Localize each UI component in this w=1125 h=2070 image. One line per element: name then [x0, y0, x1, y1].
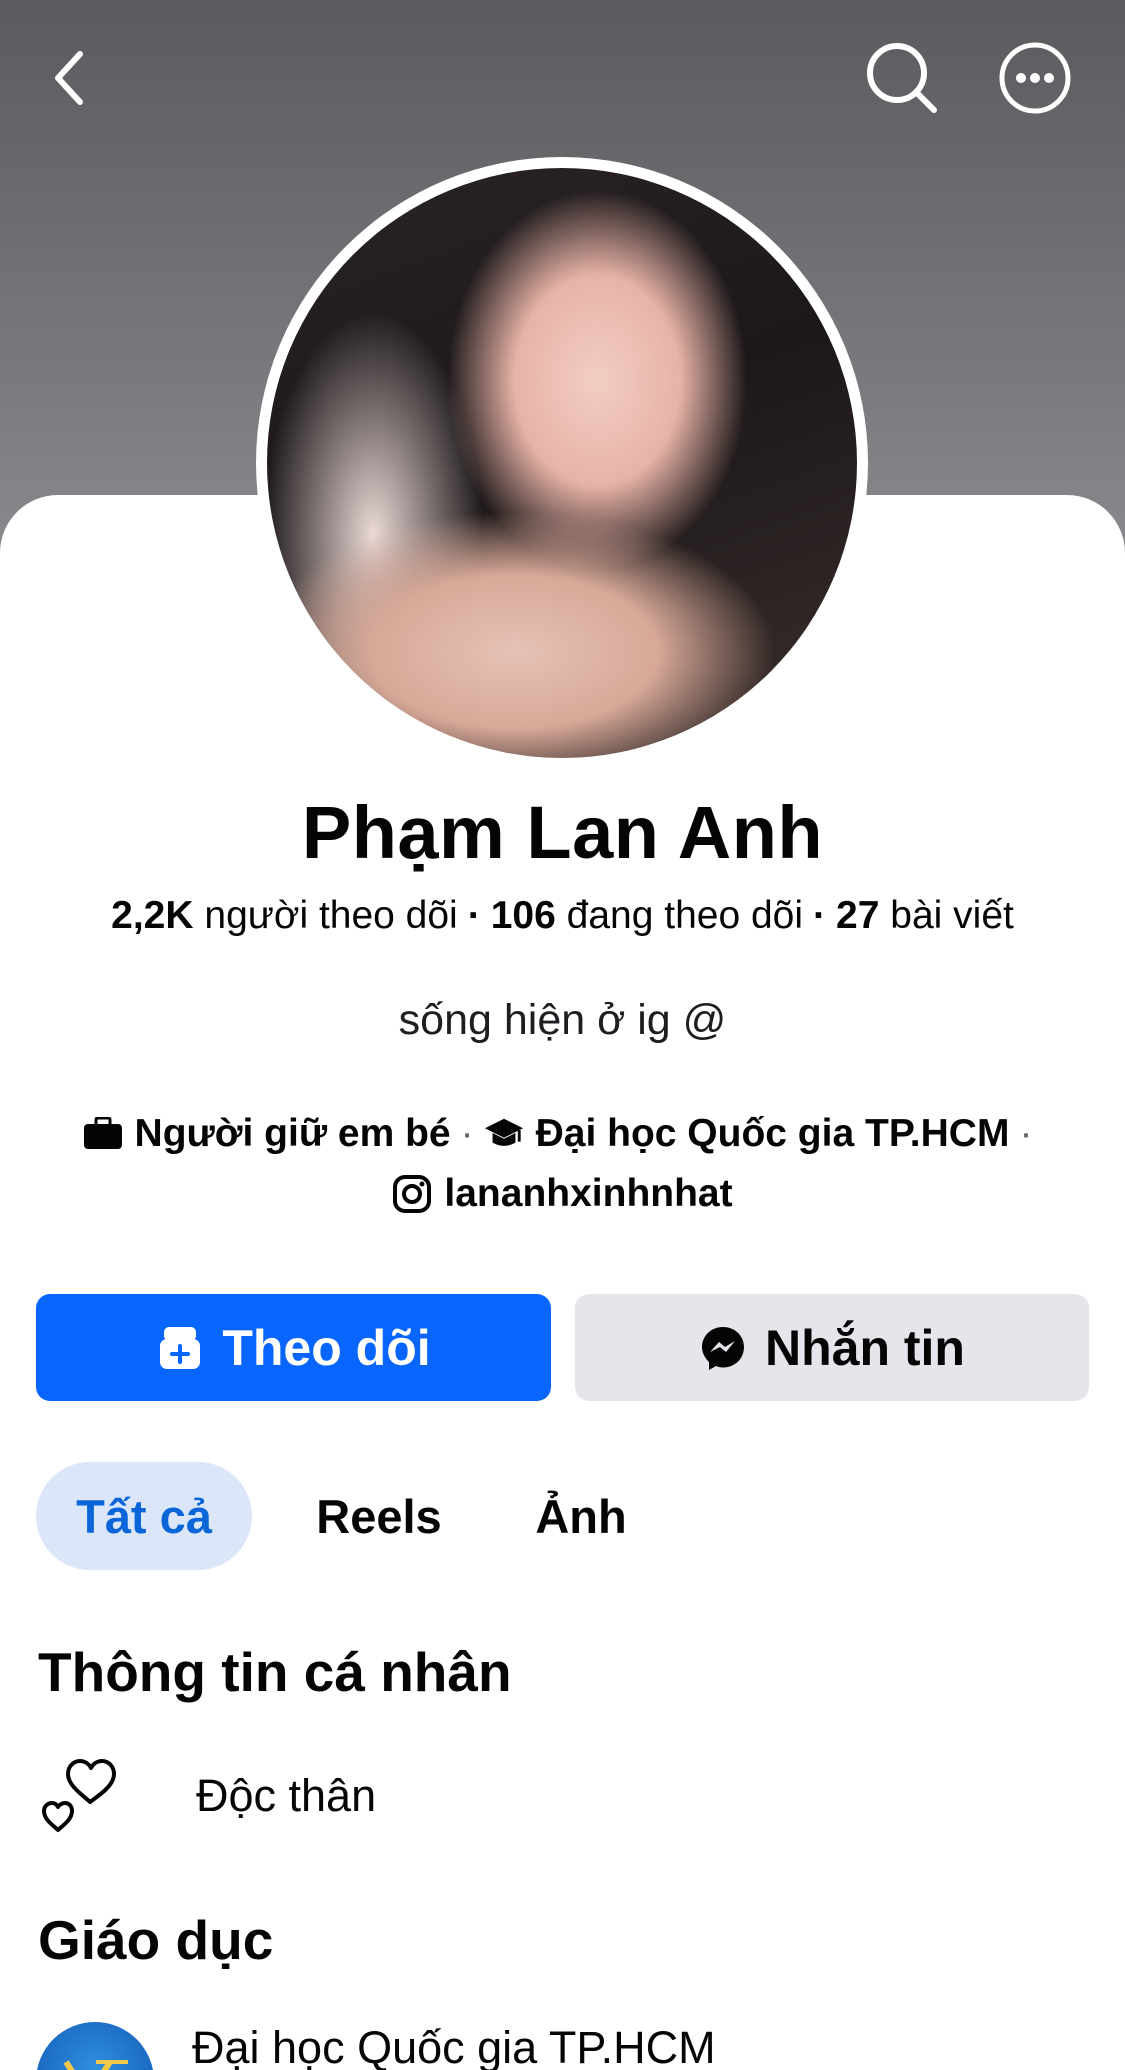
relationship-status: Độc thân	[196, 1770, 377, 1821]
tab-reels[interactable]: Reels	[252, 1462, 506, 1570]
followers-stat[interactable]: 2,2K người theo dõi	[111, 894, 458, 937]
profile-stats: 2,2K người theo dõi · 106 đang theo dõi · 27…	[0, 894, 1125, 938]
profile-tabs: Tất cả Reels Ảnh	[36, 1462, 656, 1570]
chevron-left-icon	[55, 51, 83, 105]
stats-separator: ·	[467, 894, 481, 937]
profile-page: Phạm Lan Anh 2,2K người theo dõi · 106 đan…	[0, 0, 1125, 2070]
school-detail[interactable]: Đại học Quốc gia TP.HCM	[536, 1112, 1010, 1156]
instagram-icon	[392, 1174, 432, 1214]
hearts-icon	[38, 1746, 158, 1846]
following-stat[interactable]: 106 đang theo dõi	[491, 894, 803, 937]
graduation-cap-icon	[484, 1114, 524, 1154]
followers-label: người theo dõi	[204, 894, 458, 937]
avatar-photo	[267, 168, 857, 758]
relationship-row: Độc thân	[38, 1746, 376, 1846]
briefcase-icon	[83, 1114, 123, 1154]
work-detail: Người giữ em bé	[134, 1112, 451, 1155]
more-options-icon	[999, 42, 1071, 114]
message-label: Nhắn tin	[765, 1319, 965, 1376]
message-button[interactable]: Nhắn tin	[575, 1294, 1089, 1401]
follow-button[interactable]: Theo dõi	[36, 1294, 551, 1401]
more-options-button[interactable]	[995, 38, 1075, 118]
following-label: đang theo dõi	[566, 894, 804, 937]
followers-count: 2,2K	[111, 894, 194, 937]
detail-separator: ·	[460, 1112, 474, 1155]
instagram-link[interactable]: lananhxinhnhat	[444, 1172, 732, 1216]
add-friend-icon	[156, 1324, 204, 1372]
posts-label: bài viết	[890, 894, 1014, 937]
tab-all[interactable]: Tất cả	[36, 1462, 252, 1570]
tab-photos[interactable]: Ảnh	[506, 1462, 656, 1570]
following-count: 106	[490, 894, 556, 937]
avatar[interactable]	[256, 157, 868, 769]
search-button[interactable]	[862, 38, 942, 118]
profile-details: Người giữ em bé · Đại học Quốc gia TP.HC…	[0, 1108, 1125, 1220]
profile-bio: sống hiện ở ig @	[398, 996, 727, 1044]
detail-separator: ·	[1019, 1112, 1033, 1155]
search-icon	[867, 43, 937, 113]
education-school[interactable]: Đại học Quốc gia TP.HCM	[192, 2022, 716, 2070]
personal-info-title: Thông tin cá nhân	[38, 1641, 512, 1703]
stats-separator: ·	[813, 894, 827, 937]
posts-count: 27	[836, 894, 880, 937]
profile-name: Phạm Lan Anh	[301, 791, 824, 874]
back-button[interactable]	[30, 38, 110, 118]
posts-stat: 27 bài viết	[836, 894, 1014, 937]
follow-label: Theo dõi	[222, 1319, 431, 1376]
messenger-icon	[699, 1324, 747, 1372]
education-title: Giáo dục	[38, 1909, 274, 1971]
